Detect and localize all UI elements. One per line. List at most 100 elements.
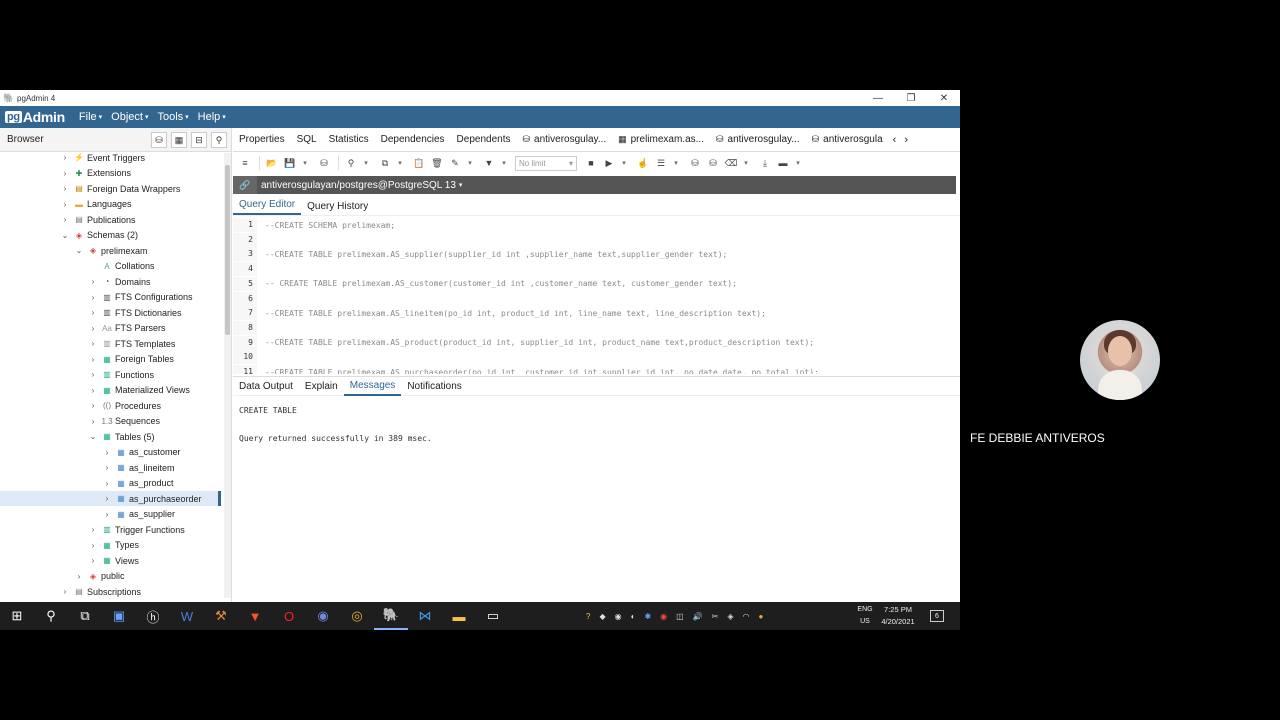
chevron-right-icon[interactable]: › bbox=[60, 169, 70, 178]
editor-line[interactable]: 2 bbox=[233, 232, 960, 247]
tab-view-data[interactable]: ▦ prelimexam.as... bbox=[612, 128, 710, 151]
brave-browser-icon[interactable]: ▼ bbox=[238, 602, 272, 630]
editor-line[interactable]: 6 bbox=[233, 291, 960, 306]
tab-statistics[interactable]: Statistics bbox=[323, 128, 375, 151]
chevron-down-icon[interactable]: ▾ bbox=[619, 155, 629, 171]
commit-icon[interactable]: ⛁ bbox=[687, 155, 703, 171]
search-icon[interactable]: ⚲ bbox=[211, 132, 227, 148]
chevron-right-icon[interactable]: › bbox=[102, 463, 112, 472]
tree-node[interactable]: › ▥ Functions bbox=[0, 367, 221, 382]
copy-icon[interactable]: ⧉ bbox=[377, 155, 393, 171]
chevron-down-icon[interactable]: ⌄ bbox=[74, 246, 84, 255]
stop-icon[interactable]: ■ bbox=[583, 155, 599, 171]
filter-icon[interactable]: ▼ bbox=[481, 155, 497, 171]
chevron-right-icon[interactable]: › bbox=[88, 293, 98, 302]
chevron-right-icon[interactable]: › bbox=[102, 479, 112, 488]
tray-app-icon[interactable]: ◆ bbox=[599, 612, 605, 621]
chevron-right-icon[interactable]: › bbox=[60, 587, 70, 596]
tree-node[interactable]: ⌄ ▦ Tables (5) bbox=[0, 429, 221, 444]
editor-line[interactable]: 8 bbox=[233, 320, 960, 335]
tree-node[interactable]: ⌄ ◈ Schemas (2) bbox=[0, 228, 221, 243]
menu-tools[interactable]: Tools ▾ bbox=[157, 111, 188, 123]
close-button[interactable]: ✕ bbox=[928, 90, 960, 106]
execute-icon[interactable]: ▶ bbox=[601, 155, 617, 171]
tray-app-icon[interactable]: ● bbox=[759, 612, 764, 621]
chevron-right-icon[interactable]: › bbox=[60, 184, 70, 193]
menu-file[interactable]: File ▾ bbox=[79, 111, 102, 123]
word-icon[interactable]: W bbox=[170, 602, 204, 630]
editor-line[interactable]: 10 bbox=[233, 350, 960, 365]
edit-icon[interactable]: ✎ bbox=[447, 155, 463, 171]
tools-icon[interactable]: ⚒ bbox=[204, 602, 238, 630]
menu-help[interactable]: Help ▾ bbox=[198, 111, 226, 123]
tree-node[interactable]: › ▥ FTS Dictionaries bbox=[0, 305, 221, 320]
tab-scroll-right-icon[interactable]: › bbox=[904, 134, 908, 146]
tree-vertical-scrollbar[interactable] bbox=[224, 153, 231, 598]
chevron-right-icon[interactable]: › bbox=[88, 277, 98, 286]
chevron-down-icon[interactable]: ⌄ bbox=[60, 231, 70, 240]
editor-line[interactable]: 5 -- CREATE TABLE prelimexam.AS_customer(… bbox=[233, 276, 960, 291]
chevron-right-icon[interactable]: › bbox=[88, 401, 98, 410]
find-icon[interactable]: ⚲ bbox=[343, 155, 359, 171]
task-view-icon[interactable]: ⧉ bbox=[68, 602, 102, 630]
tree-node[interactable]: › ▥ FTS Templates bbox=[0, 336, 221, 351]
editor-line[interactable]: 11 --CREATE TABLE prelimexam.AS_purchaseo… bbox=[233, 365, 960, 374]
tab-notifications[interactable]: Notifications bbox=[401, 377, 467, 396]
chevron-right-icon[interactable]: › bbox=[102, 510, 112, 519]
tree-node[interactable]: › ▦ Types bbox=[0, 538, 221, 553]
chevron-right-icon[interactable]: › bbox=[88, 370, 98, 379]
chevron-right-icon[interactable]: › bbox=[102, 448, 112, 457]
tree-node[interactable]: › ▦ as_product bbox=[0, 476, 221, 491]
chevron-right-icon[interactable]: › bbox=[88, 386, 98, 395]
tree-node[interactable]: › ▦ as_customer bbox=[0, 445, 221, 460]
tab-messages[interactable]: Messages bbox=[343, 377, 402, 396]
bluetooth-icon[interactable]: ✱ bbox=[644, 612, 651, 621]
tree-node[interactable]: › ▤ Foreign Data Wrappers bbox=[0, 181, 221, 196]
tree-node[interactable]: › ▦ Materialized Views bbox=[0, 383, 221, 398]
tree-node[interactable]: › ▥ Trigger Functions bbox=[0, 522, 221, 537]
tree-node[interactable]: › ▤ Subscriptions bbox=[0, 584, 221, 598]
notifications-button[interactable]: 6 bbox=[930, 610, 944, 622]
editor-line[interactable]: 4 bbox=[233, 262, 960, 277]
tree-node[interactable]: › ▦ as_lineitem bbox=[0, 460, 221, 475]
chevron-down-icon[interactable]: ▾ bbox=[741, 155, 751, 171]
sql-editor[interactable]: 1 --CREATE SCHEMA prelimexam; 2 3 --CREATE T… bbox=[233, 216, 960, 374]
minimize-button[interactable]: — bbox=[862, 90, 894, 106]
chevron-down-icon[interactable]: ▾ bbox=[361, 155, 371, 171]
tree-node[interactable]: › ✚ Extensions bbox=[0, 166, 221, 181]
code-text[interactable]: -- CREATE TABLE prelimexam.AS_customer(c… bbox=[257, 279, 737, 288]
link-icon[interactable]: 🔗 bbox=[233, 176, 257, 194]
tab-query-history[interactable]: Query History bbox=[301, 201, 374, 215]
tab-query-2[interactable]: ⛁ antiverosgulay... bbox=[710, 128, 806, 151]
pgadmin-taskbar-icon[interactable]: 🐘 bbox=[374, 602, 408, 630]
explain-analyze-icon[interactable]: ☰ bbox=[653, 155, 669, 171]
tab-query-1[interactable]: ⛁ antiverosgulay... bbox=[516, 128, 612, 151]
macros-icon[interactable]: ▬ bbox=[775, 155, 791, 171]
chevron-down-icon[interactable]: ▾ bbox=[300, 155, 310, 171]
save-data-icon[interactable]: ⛁ bbox=[316, 155, 332, 171]
maximize-button[interactable]: ❐ bbox=[895, 90, 927, 106]
object-tree[interactable]: › ⚡ Event Triggers › ✚ Extensions › ▤ Foreign Da… bbox=[0, 153, 224, 598]
search-icon[interactable]: ⚲ bbox=[34, 602, 68, 630]
delete-icon[interactable]: 🗑 bbox=[429, 155, 445, 171]
discord-tray-icon[interactable]: ◉ bbox=[615, 612, 622, 621]
editor-line[interactable]: 7 --CREATE TABLE prelimexam.AS_lineitem(p… bbox=[233, 306, 960, 321]
tree-node[interactable]: › ▬ Languages bbox=[0, 197, 221, 212]
terminal-icon[interactable]: ▭ bbox=[476, 602, 510, 630]
tree-node[interactable]: › (() Procedures bbox=[0, 398, 221, 413]
tree-node[interactable]: › ▦ as_purchaseorder bbox=[0, 491, 221, 506]
code-text[interactable]: --CREATE SCHEMA prelimexam; bbox=[257, 221, 395, 230]
open-file-icon[interactable]: 📂 bbox=[264, 155, 280, 171]
hp-icon[interactable]: ⓗ bbox=[136, 602, 170, 630]
tab-dependents[interactable]: Dependents bbox=[451, 128, 517, 151]
chevron-right-icon[interactable]: › bbox=[60, 215, 70, 224]
chevron-down-icon[interactable]: ⌄ bbox=[88, 432, 98, 441]
help-icon[interactable]: ? bbox=[586, 612, 590, 621]
database-icon[interactable]: ≡ bbox=[237, 155, 253, 171]
editor-line[interactable]: 3 --CREATE TABLE prelimexam.AS_supplier(s… bbox=[233, 247, 960, 262]
menu-object[interactable]: Object ▾ bbox=[111, 111, 148, 123]
code-text[interactable]: --CREATE TABLE prelimexam.AS_lineitem(po… bbox=[257, 309, 766, 318]
chevron-right-icon[interactable]: › bbox=[74, 572, 84, 581]
discord-icon[interactable]: ◉ bbox=[306, 602, 340, 630]
chevron-right-icon[interactable]: › bbox=[88, 541, 98, 550]
